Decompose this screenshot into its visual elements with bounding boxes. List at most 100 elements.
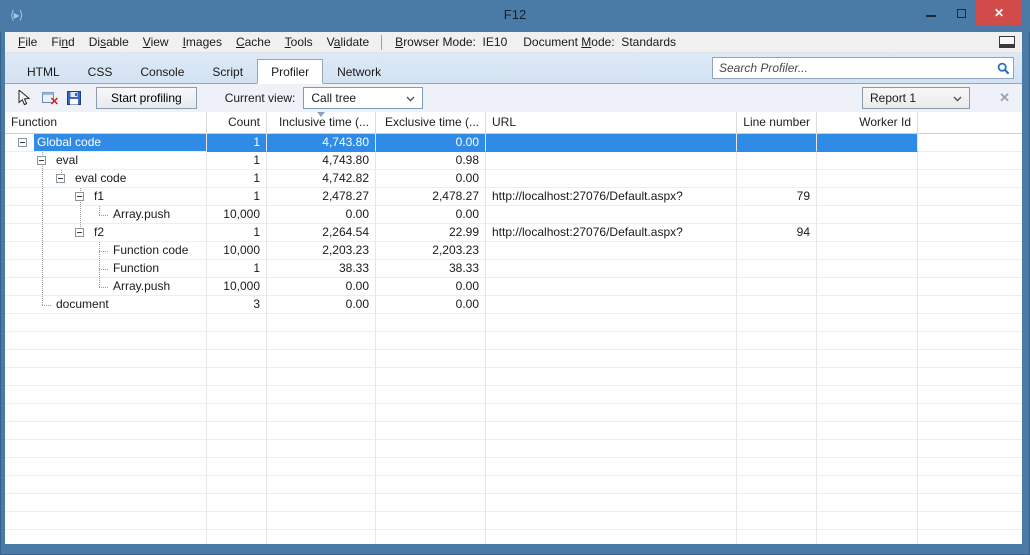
search-icon[interactable] [993, 62, 1013, 75]
cell-worker-id [817, 224, 918, 242]
cell-url [486, 260, 737, 278]
table-row[interactable]: Array.push 10,000 0.00 0.00 [5, 206, 1022, 224]
cell-empty [376, 422, 486, 440]
report-select[interactable]: Report 1 [862, 87, 970, 109]
menu-item-images[interactable]: Images [176, 35, 229, 49]
cell-function: eval code [5, 170, 207, 188]
table-row[interactable]: Array.push 10,000 0.00 0.00 [5, 278, 1022, 296]
table-row[interactable]: Function 1 38.33 38.33 [5, 260, 1022, 278]
tab-script[interactable]: Script [198, 59, 258, 84]
collapse-minus-icon[interactable] [75, 228, 84, 237]
call-tree-grid: Function Count Inclusive time (... Exclusiv… [5, 112, 1022, 544]
cell-empty [737, 368, 817, 386]
cell-filler [918, 206, 1022, 224]
table-row[interactable]: document 3 0.00 0.00 [5, 296, 1022, 314]
cell-empty [817, 512, 918, 530]
cell-empty [737, 332, 817, 350]
menu-item-disable[interactable]: Disable [82, 35, 136, 49]
cell-empty [5, 530, 207, 544]
minimize-button[interactable] [916, 0, 946, 26]
cell-function: f1 [5, 188, 207, 206]
empty-row [5, 350, 1022, 368]
tab-strip: HTML CSS Console Script Profiler Network [5, 53, 1022, 84]
cell-empty [486, 512, 737, 530]
cell-worker-id [817, 260, 918, 278]
pin-to-browser-icon[interactable] [999, 36, 1015, 48]
save-icon[interactable] [63, 88, 85, 108]
tree-guide-line [42, 260, 43, 277]
tab-html[interactable]: HTML [13, 59, 74, 84]
clear-icon[interactable]: ✕ [38, 88, 60, 108]
tree-guide-line [42, 305, 51, 306]
cell-empty [267, 386, 376, 404]
menu-item-view[interactable]: View [136, 35, 176, 49]
function-name: document [56, 297, 109, 311]
close-button[interactable]: ✕ [976, 0, 1022, 26]
collapse-minus-icon[interactable] [75, 192, 84, 201]
cell-filler [918, 530, 1022, 544]
select-element-icon[interactable] [13, 88, 35, 108]
title-bar: ⟨▸⟩ F12 ✕ [0, 0, 1030, 32]
function-name: f2 [94, 225, 105, 239]
cell-empty [207, 440, 267, 458]
cell-empty [5, 494, 207, 512]
menu-item-file[interactable]: File [11, 35, 44, 49]
tab-profiler[interactable]: Profiler [257, 59, 324, 84]
tab-network[interactable]: Network [323, 59, 396, 84]
menu-item-find[interactable]: Find [44, 35, 81, 49]
cell-inclusive-time: 0.00 [267, 278, 376, 296]
cell-count: 10,000 [207, 206, 267, 224]
cell-empty [486, 350, 737, 368]
menubar-items: File Find Disable View Images Cache Tools Valid… [11, 35, 376, 49]
menu-mode-document[interactable]: Document Mode: Standards [515, 35, 684, 49]
collapse-minus-icon[interactable] [56, 174, 65, 183]
column-header-exclusive-time[interactable]: Exclusive time (... [376, 112, 486, 134]
table-row[interactable]: f2 1 2,264.54 22.99 http://localhost:27076/D… [5, 224, 1022, 242]
column-header-worker-id[interactable]: Worker Id [817, 112, 918, 134]
tree-guide-line [80, 206, 81, 223]
search-input[interactable] [713, 59, 993, 77]
table-row[interactable]: Global code 1 4,743.80 0.00 [5, 134, 1022, 152]
cell-url [486, 242, 737, 260]
cell-empty [737, 494, 817, 512]
cell-filler [918, 260, 1022, 278]
column-header-function[interactable]: Function [5, 112, 207, 134]
cell-line-number [737, 170, 817, 188]
cell-url [486, 152, 737, 170]
cell-filler [918, 458, 1022, 476]
collapse-minus-icon[interactable] [18, 138, 27, 147]
column-header-url[interactable]: URL [486, 112, 737, 134]
column-header-line-number[interactable]: Line number [737, 112, 817, 134]
collapse-minus-icon[interactable] [37, 156, 46, 165]
cell-count: 1 [207, 170, 267, 188]
menu-item-validate[interactable]: Validate [320, 35, 377, 49]
tab-css[interactable]: CSS [73, 59, 127, 84]
table-row[interactable]: Function code 10,000 2,203.23 2,203.23 [5, 242, 1022, 260]
cell-inclusive-time: 2,264.54 [267, 224, 376, 242]
table-row[interactable]: eval 1 4,743.80 0.98 [5, 152, 1022, 170]
chevron-down-icon [946, 91, 969, 105]
maximize-button[interactable] [946, 0, 976, 26]
menu-item-cache[interactable]: Cache [229, 35, 278, 49]
tree-guide-line [99, 287, 108, 288]
cell-worker-id [817, 242, 918, 260]
cell-empty [376, 440, 486, 458]
cell-filler [918, 386, 1022, 404]
menu-mode-browser[interactable]: Browser Mode: IE10 [387, 35, 515, 49]
menu-item-tools[interactable]: Tools [278, 35, 320, 49]
column-header-inclusive-time[interactable]: Inclusive time (... [267, 112, 376, 134]
tab-console[interactable]: Console [126, 59, 199, 84]
window-title: F12 [503, 7, 527, 22]
start-profiling-button[interactable]: Start profiling [96, 87, 197, 109]
cell-empty [5, 440, 207, 458]
cell-inclusive-time: 4,742.82 [267, 170, 376, 188]
table-row[interactable]: f1 1 2,478.27 2,478.27 http://localhost:2707… [5, 188, 1022, 206]
column-header-count[interactable]: Count [207, 112, 267, 134]
current-view-select[interactable]: Call tree [303, 87, 424, 109]
current-view-label: Current view: [224, 91, 296, 105]
close-report-button[interactable]: ✕ [999, 90, 1010, 106]
empty-row [5, 440, 1022, 458]
cell-empty [5, 404, 207, 422]
cell-function: Array.push [5, 206, 207, 224]
table-row[interactable]: eval code 1 4,742.82 0.00 [5, 170, 1022, 188]
